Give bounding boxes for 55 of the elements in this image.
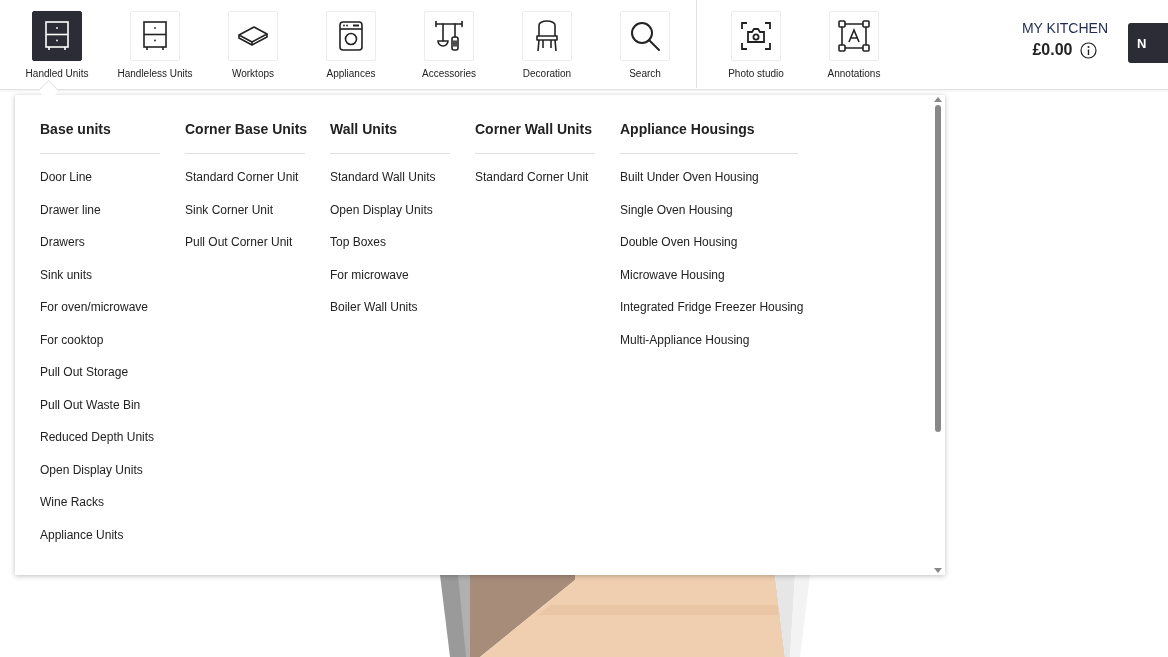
menu-item[interactable]: Pull Out Storage [40, 365, 185, 380]
column-heading: Base units [40, 121, 160, 154]
menu-item[interactable]: Drawer line [40, 202, 185, 218]
camera-icon [741, 22, 771, 50]
washing-machine-icon [338, 21, 364, 51]
menu-item[interactable]: Open Display Units [330, 202, 475, 218]
menu-item[interactable]: Pull Out Corner Unit [185, 235, 330, 250]
project-title: MY KITCHEN [1021, 20, 1108, 36]
toolbar-button[interactable]: Search [596, 0, 694, 80]
menu-item[interactable]: Standard Corner Unit [475, 170, 620, 185]
toolbar-button[interactable]: Accessories [400, 0, 498, 80]
menu-item[interactable]: For microwave [330, 267, 475, 283]
annotation-icon [838, 20, 870, 52]
menu-item[interactable]: Multi-Appliance Housing [620, 332, 804, 348]
menu-item[interactable]: Integrated Fridge Freezer Housing [620, 300, 804, 315]
toolbar-button[interactable]: Handleless Units [106, 0, 204, 80]
menu-item[interactable]: Standard Wall Units [330, 170, 475, 185]
menu-item[interactable]: Reduced Depth Units [40, 430, 185, 445]
utensils-icon [433, 20, 465, 52]
toolbar-button[interactable]: Annotations [805, 0, 903, 80]
toolbar-button[interactable]: Appliances [302, 0, 400, 80]
menu-item[interactable]: For oven/microwave [40, 300, 185, 315]
cabinet-icon [142, 21, 168, 51]
search-icon [629, 20, 661, 52]
menu-item[interactable]: Appliance Units [40, 527, 185, 543]
toolbar-button[interactable]: Worktops [204, 0, 302, 80]
info-icon[interactable] [1080, 41, 1098, 59]
chair-icon [535, 20, 559, 52]
toolbar-button[interactable]: Handled Units [8, 0, 106, 80]
column-heading: Corner Wall Units [475, 121, 595, 154]
menu-item[interactable]: Microwave Housing [620, 267, 804, 283]
toolbar-button[interactable]: Photo studio [707, 0, 805, 80]
menu-item[interactable]: Top Boxes [330, 235, 475, 250]
menu-item[interactable]: Standard Corner Unit [185, 170, 330, 185]
menu-item[interactable]: Single Oven Housing [620, 202, 804, 218]
project-button[interactable]: N [1128, 23, 1168, 63]
menu-item[interactable]: Pull Out Waste Bin [40, 397, 185, 413]
menu-item[interactable]: Double Oven Housing [620, 235, 804, 250]
cabinet-icon [44, 21, 70, 51]
menu-item[interactable]: Sink units [40, 267, 185, 283]
column-heading: Appliance Housings [620, 121, 798, 154]
menu-item[interactable]: Drawers [40, 235, 185, 250]
toolbar-button[interactable]: Decoration [498, 0, 596, 80]
project-price: £0.00 [1032, 41, 1073, 59]
menu-item[interactable]: Sink Corner Unit [185, 202, 330, 218]
menu-item[interactable]: For cooktop [40, 332, 185, 348]
menu-item[interactable]: Built Under Oven Housing [620, 170, 804, 185]
menu-item[interactable]: Open Display Units [40, 462, 185, 478]
menu-item[interactable]: Door Line [40, 170, 185, 185]
column-heading: Wall Units [330, 121, 450, 154]
menu-item[interactable]: Boiler Wall Units [330, 300, 475, 315]
scrollbar[interactable] [933, 97, 943, 573]
worktop-icon [237, 25, 269, 47]
column-heading: Corner Base Units [185, 121, 305, 154]
menu-item[interactable]: Wine Racks [40, 495, 185, 510]
